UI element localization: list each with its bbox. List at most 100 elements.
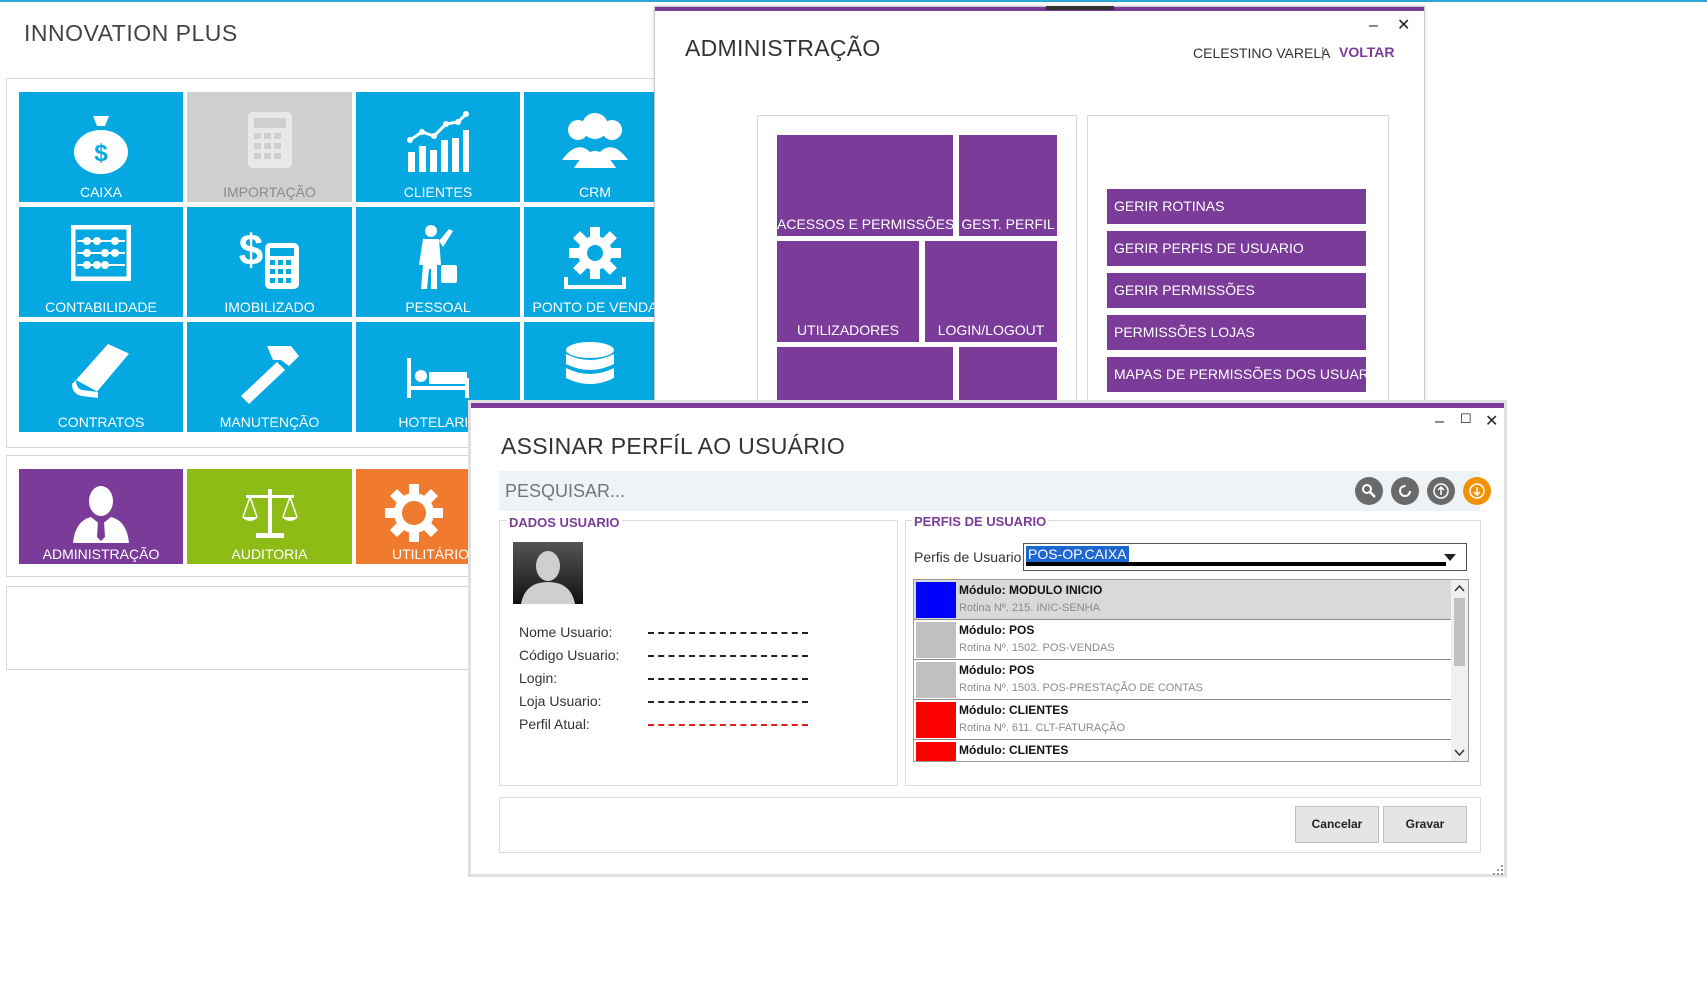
- user-section-title: DADOS USUARIO: [507, 515, 622, 530]
- user-tie-icon: [73, 486, 129, 543]
- tile-pessoal[interactable]: PESSOAL: [356, 207, 520, 317]
- tile-admin-extra-1[interactable]: [777, 347, 953, 407]
- calculator-icon: [247, 112, 292, 168]
- field-label-nome: Nome Usuario:: [519, 624, 613, 640]
- dialog-title-bar-accent: [471, 403, 1504, 408]
- tile-clientes[interactable]: CLIENTES: [356, 92, 520, 202]
- search-button[interactable]: [1355, 477, 1383, 505]
- user-separator: |: [1321, 44, 1325, 60]
- chevron-down-icon: [1444, 554, 1456, 561]
- admin-window: – ✕ ADMINISTRAÇÃO CELESTINO VARELA | VOL…: [654, 6, 1425, 408]
- field-value-perfil: [648, 724, 808, 726]
- tile-utilizadores[interactable]: UTILIZADORES: [777, 241, 919, 342]
- maximize-icon[interactable]: ☐: [1460, 411, 1472, 427]
- app-title: INNOVATION PLUS: [24, 20, 238, 46]
- refresh-button[interactable]: [1391, 477, 1419, 505]
- field-value-loja: [648, 701, 808, 703]
- tile-label: CLIENTES: [403, 184, 473, 200]
- minimize-icon[interactable]: –: [1369, 17, 1378, 35]
- list-item[interactable]: Módulo: CLIENTES: [914, 740, 1451, 761]
- profile-underline: [1026, 562, 1446, 566]
- cancel-button[interactable]: Cancelar: [1295, 806, 1379, 843]
- scroll-down-icon[interactable]: [1451, 745, 1468, 759]
- growth-chart-icon: [407, 111, 469, 172]
- money-bag-icon: $: [74, 116, 128, 174]
- avatar: [513, 542, 583, 604]
- tile-label: ACESSOS E PERMISSÕES: [777, 216, 955, 232]
- empty-panel: [6, 586, 508, 670]
- permissoes-lojas-button[interactable]: PERMISSÕES LOJAS: [1107, 315, 1366, 350]
- tile-admin-extra-2[interactable]: [959, 347, 1057, 407]
- book-icon: [72, 344, 131, 398]
- list-item[interactable]: Módulo: MODULO INICIO Rotina Nº. 215. IN…: [914, 580, 1451, 620]
- tile-importacao[interactable]: IMPORTAÇÃO: [187, 92, 352, 202]
- module-name: Módulo: POS: [959, 663, 1035, 677]
- routines-list[interactable]: Módulo: MODULO INICIO Rotina Nº. 215. IN…: [913, 579, 1469, 762]
- close-icon[interactable]: ✕: [1397, 15, 1410, 35]
- tile-manutencao[interactable]: MANUTENÇÃO: [187, 322, 352, 432]
- tile-label: PESSOAL: [405, 299, 471, 315]
- module-color-swatch: [916, 582, 956, 618]
- tile-label: IMOBILIZADO: [224, 299, 315, 315]
- admin-grab-handle[interactable]: [1046, 6, 1114, 10]
- tile-ponto-de-venda[interactable]: PONTO DE VENDA: [524, 207, 666, 317]
- user-data-section: DADOS USUARIO Nome Usuario: Código Usuar…: [499, 515, 898, 786]
- list-scrollbar[interactable]: [1451, 580, 1468, 761]
- resize-grip-icon[interactable]: [1493, 865, 1503, 875]
- tile-auditoria[interactable]: AUDITORIA: [187, 469, 352, 564]
- module-name: Módulo: CLIENTES: [959, 743, 1069, 757]
- tile-label: UTILITÁRIO: [391, 546, 469, 562]
- list-item[interactable]: Módulo: POS Rotina Nº. 1502. POS-VENDAS: [914, 620, 1451, 660]
- list-item[interactable]: Módulo: POS Rotina Nº. 1503. POS-PRESTAÇ…: [914, 660, 1451, 700]
- cog-icon: [384, 484, 443, 542]
- module-name: Módulo: POS: [959, 623, 1035, 637]
- tile-imobilizado[interactable]: $ IMOBILIZADO: [187, 207, 352, 317]
- svg-text:$: $: [238, 226, 262, 275]
- tile-label: CONTABILIDADE: [45, 299, 157, 315]
- gerir-perfis-button[interactable]: GERIR PERFIS DE USUARIO: [1107, 231, 1366, 266]
- field-label-codigo: Código Usuario:: [519, 647, 620, 663]
- routine-name: Rotina Nº. 611. CLT-FATURAÇÃO: [959, 722, 1126, 734]
- tile-label: CRM: [579, 184, 611, 200]
- tile-label: LOGIN/LOGOUT: [937, 322, 1045, 338]
- minimize-icon[interactable]: –: [1435, 413, 1444, 431]
- tile-label: UTILIZADORES: [797, 322, 899, 338]
- save-button[interactable]: Gravar: [1383, 806, 1467, 843]
- tile-label: CAIXA: [79, 184, 122, 200]
- module-color-swatch: [916, 662, 956, 698]
- dialog-title: ASSINAR PERFÍL AO USUÁRIO: [501, 433, 846, 459]
- field-label-perfil: Perfil Atual:: [519, 716, 590, 732]
- assign-profile-dialog: – ☐ ✕ ASSINAR PERFÍL AO USUÁRIO DADOS US…: [468, 400, 1507, 877]
- module-name: Módulo: CLIENTES: [959, 703, 1069, 717]
- tile-gest-perfil[interactable]: GEST. PERFIL: [959, 135, 1057, 236]
- tile-acessos-permissoes[interactable]: ACESSOS E PERMISSÕES: [777, 135, 955, 236]
- hammer-icon: [240, 346, 299, 404]
- download-button[interactable]: [1463, 477, 1491, 505]
- tile-administracao[interactable]: ADMINISTRAÇÃO: [19, 469, 183, 564]
- upload-button[interactable]: [1427, 477, 1455, 505]
- field-value-nome: [648, 632, 808, 634]
- refresh-icon: [1399, 485, 1411, 497]
- profile-selected-value: POS-OP.CAIXA: [1026, 546, 1129, 562]
- tile-caixa[interactable]: $ CAIXA: [19, 92, 183, 202]
- mapas-permissoes-button[interactable]: MAPAS DE PERMISSÕES DOS USUARI...: [1107, 357, 1366, 392]
- tile-contabilidade[interactable]: CONTABILIDADE: [19, 207, 183, 317]
- scales-icon: [241, 489, 298, 538]
- field-value-codigo: [648, 655, 808, 657]
- tile-login-logout[interactable]: LOGIN/LOGOUT: [925, 241, 1057, 342]
- database-gear-icon: [566, 342, 614, 384]
- tile-contratos[interactable]: CONTRATOS: [19, 322, 183, 432]
- list-item[interactable]: Módulo: CLIENTES Rotina Nº. 611. CLT-FAT…: [914, 700, 1451, 740]
- profile-select[interactable]: POS-OP.CAIXA: [1023, 543, 1467, 571]
- scroll-thumb[interactable]: [1454, 598, 1465, 666]
- tile-utilitario[interactable]: UTILITÁRIO: [356, 469, 471, 564]
- back-link[interactable]: VOLTAR: [1339, 44, 1394, 60]
- gerir-permissoes-button[interactable]: GERIR PERMISSÕES: [1107, 273, 1366, 308]
- search-input[interactable]: [505, 471, 1205, 511]
- profile-label: Perfis de Usuario: [914, 549, 1022, 565]
- top-accent-line: [0, 0, 1707, 2]
- tile-crm[interactable]: CRM: [524, 92, 666, 202]
- scroll-up-icon[interactable]: [1451, 582, 1468, 596]
- gerir-rotinas-button[interactable]: GERIR ROTINAS: [1107, 189, 1366, 224]
- close-icon[interactable]: ✕: [1485, 411, 1498, 431]
